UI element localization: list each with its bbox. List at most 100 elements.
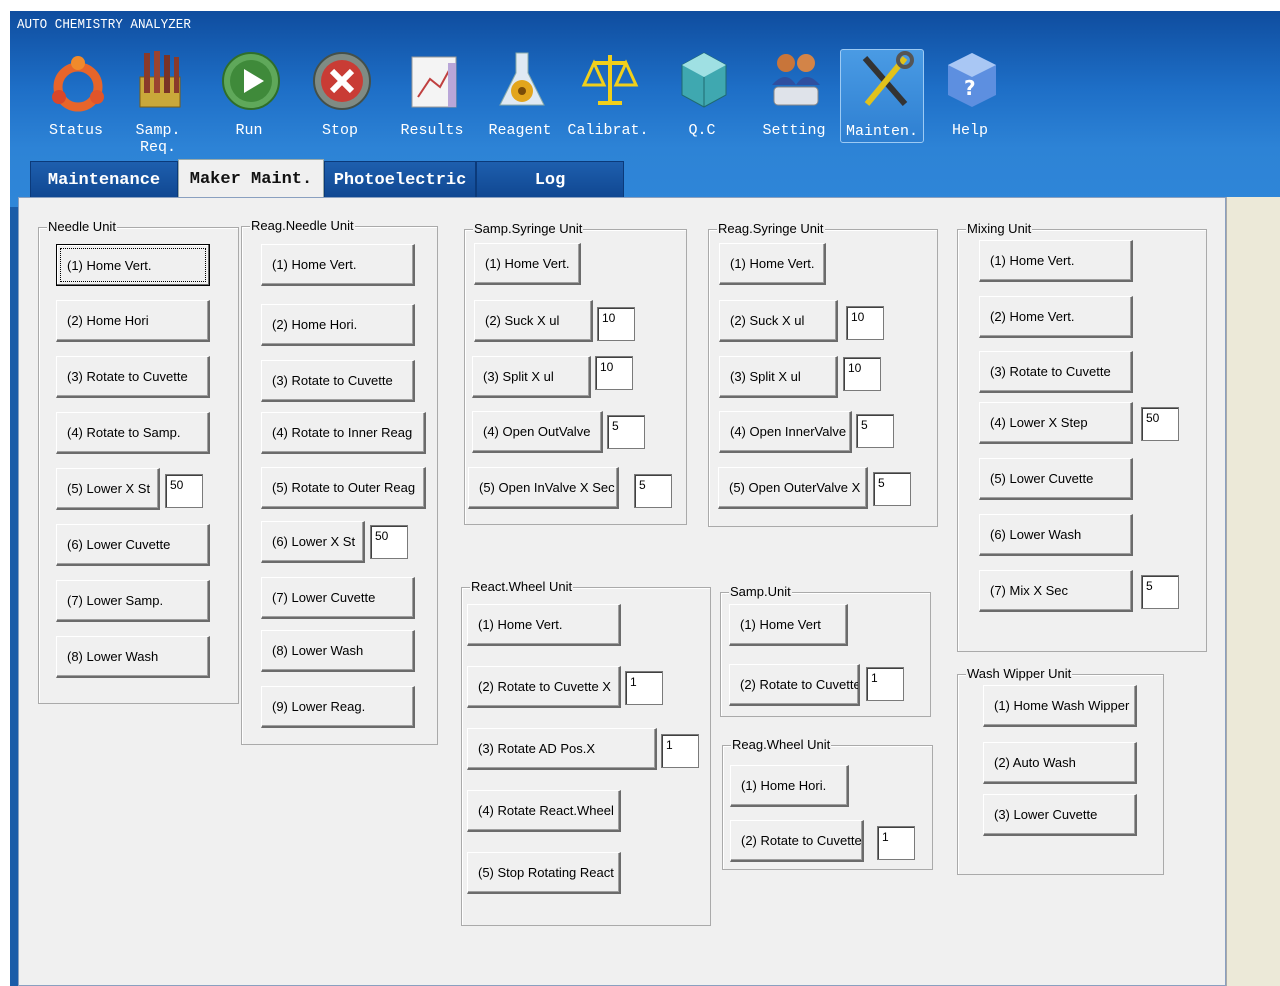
maintenance-icon [855, 50, 915, 116]
tab-log[interactable]: Log [476, 161, 624, 199]
mixing-lower-wash-button[interactable]: (6) Lower Wash [979, 514, 1133, 556]
calibration-icon [580, 49, 640, 115]
samp-syringe-suck-input[interactable]: 10 [597, 307, 635, 341]
toolbar-run-button[interactable]: Run [207, 49, 291, 143]
samp-unit-home-vert-button[interactable]: (1) Home Vert [729, 604, 848, 646]
reag-needle-lower-reag-button[interactable]: (9) Lower Reag. [261, 686, 415, 728]
stop-icon [312, 49, 372, 115]
toolbar-qc-button[interactable]: Q.C [660, 49, 744, 143]
samp-syringe-split-button[interactable]: (3) Split X ul [472, 356, 591, 398]
reag-syringe-home-vert-button[interactable]: (1) Home Vert. [719, 243, 826, 285]
reag-needle-rotate-cuvette-button[interactable]: (3) Rotate to Cuvette [261, 360, 415, 402]
samp-syringe-open-outvalve-button[interactable]: (4) Open OutValve [472, 411, 603, 453]
reag-needle-rotate-outer-button[interactable]: (5) Rotate to Outer Reag [261, 467, 426, 509]
reag-needle-lower-wash-button[interactable]: (8) Lower Wash [261, 630, 415, 672]
samp-syringe-home-vert-button[interactable]: (1) Home Vert. [474, 243, 581, 285]
samp-unit-rotate-cuvette-button[interactable]: (2) Rotate to Cuvette [729, 664, 860, 706]
reag-syringe-unit-group: Reag.Syringe Unit (1) Home Vert. (2) Suc… [708, 221, 938, 527]
mixing-lower-step-input[interactable]: 50 [1141, 407, 1179, 441]
react-wheel-rotate-cuvette-button[interactable]: (2) Rotate to Cuvette X [467, 666, 621, 708]
toolbar-maintenance-button[interactable]: Mainten. [840, 49, 924, 143]
qc-icon [674, 49, 734, 115]
samp-syringe-open-invalve-button[interactable]: (5) Open InValve X Sec [468, 467, 619, 509]
reag-syringe-open-innervalve-button[interactable]: (4) Open InnerValve [719, 411, 852, 453]
mixing-lower-x-step-button[interactable]: (4) Lower X Step [979, 402, 1133, 444]
samp-syringe-suck-button[interactable]: (2) Suck X ul [474, 300, 593, 342]
reag-syringe-outervalve-input[interactable]: 5 [873, 472, 911, 506]
sample-request-icon [130, 49, 190, 115]
results-icon [404, 49, 464, 115]
samp-unit-cuvette-input[interactable]: 1 [866, 667, 904, 701]
toolbar-status-button[interactable]: Status [34, 49, 118, 143]
react-wheel-cuvette-input[interactable]: 1 [625, 671, 663, 705]
app-title: AUTO CHEMISTRY ANALYZER [17, 17, 191, 33]
reag-wheel-unit-group: Reag.Wheel Unit (1) Home Hori. (2) Rotat… [722, 737, 933, 870]
reag-syringe-suck-button[interactable]: (2) Suck X ul [719, 300, 838, 342]
react-wheel-rotate-react-button[interactable]: (4) Rotate React.Wheel [467, 790, 621, 832]
reag-needle-home-hori-button[interactable]: (2) Home Hori. [261, 304, 415, 346]
reag-needle-lower-cuvette-button[interactable]: (7) Lower Cuvette [261, 577, 415, 619]
wash-wipper-auto-wash-button[interactable]: (2) Auto Wash [983, 742, 1137, 784]
maker-maint-panel: Needle Unit (1) Home Vert. (2) Home Hori… [18, 197, 1226, 986]
needle-home-hori-button[interactable]: (2) Home Hori [56, 300, 210, 342]
mixing-lower-cuvette-button[interactable]: (5) Lower Cuvette [979, 458, 1133, 500]
needle-lower-wash-button[interactable]: (8) Lower Wash [56, 636, 210, 678]
reag-wheel-rotate-cuvette-button[interactable]: (2) Rotate to Cuvette [730, 820, 864, 862]
mixing-home-vert-1-button[interactable]: (1) Home Vert. [979, 240, 1133, 282]
mixing-unit-group: Mixing Unit (1) Home Vert. (2) Home Vert… [957, 221, 1207, 652]
reag-wheel-home-hori-button[interactable]: (1) Home Hori. [730, 765, 849, 807]
reag-needle-unit-group: Reag.Needle Unit (1) Home Vert. (2) Home… [241, 218, 438, 745]
reag-needle-lower-step-input[interactable]: 50 [370, 525, 408, 559]
mixing-home-vert-2-button[interactable]: (2) Home Vert. [979, 296, 1133, 338]
reagent-icon [492, 49, 552, 115]
wash-wipper-home-button[interactable]: (1) Home Wash Wipper [983, 685, 1137, 727]
reag-needle-lower-x-step-button[interactable]: (6) Lower X St [261, 521, 365, 563]
mixing-mix-x-sec-button[interactable]: (7) Mix X Sec [979, 570, 1133, 612]
samp-syringe-invalve-input[interactable]: 5 [634, 474, 672, 508]
needle-rotate-cuvette-button[interactable]: (3) Rotate to Cuvette [56, 356, 210, 398]
toolbar-results-button[interactable]: Results [390, 49, 474, 143]
reag-needle-rotate-inner-button[interactable]: (4) Rotate to Inner Reag [261, 412, 426, 454]
tab-maintenance[interactable]: Maintenance [30, 161, 178, 199]
needle-lower-x-step-button[interactable]: (5) Lower X St [56, 468, 160, 510]
toolbar-calibration-button[interactable]: Calibrat. [566, 49, 650, 143]
run-icon [221, 49, 281, 115]
status-icon [48, 49, 108, 115]
reag-syringe-innervalve-input[interactable]: 5 [856, 414, 894, 448]
svg-text:?: ? [964, 76, 976, 100]
needle-lower-samp-button[interactable]: (7) Lower Samp. [56, 580, 210, 622]
toolbar-sample-request-button[interactable]: Samp. Req. [116, 49, 200, 156]
needle-rotate-samp-button[interactable]: (4) Rotate to Samp. [56, 412, 210, 454]
needle-lower-step-input[interactable]: 50 [165, 474, 203, 508]
samp-syringe-outvalve-input[interactable]: 5 [607, 415, 645, 449]
reag-syringe-suck-input[interactable]: 10 [846, 306, 884, 340]
mixing-rotate-cuvette-button[interactable]: (3) Rotate to Cuvette [979, 351, 1133, 393]
reag-needle-home-vert-button[interactable]: (1) Home Vert. [261, 244, 415, 286]
needle-unit-group: Needle Unit (1) Home Vert. (2) Home Hori… [38, 219, 239, 704]
react-wheel-rotate-ad-pos-button[interactable]: (3) Rotate AD Pos.X [467, 728, 657, 770]
toolbar-stop-button[interactable]: Stop [298, 49, 382, 143]
needle-home-vert-button[interactable]: (1) Home Vert. [56, 244, 210, 286]
toolbar-reagent-button[interactable]: Reagent [478, 49, 562, 143]
tab-maker-maint[interactable]: Maker Maint. [178, 159, 324, 199]
wash-wipper-unit-group: Wash Wipper Unit (1) Home Wash Wipper (2… [957, 666, 1164, 875]
reag-syringe-split-input[interactable]: 10 [843, 357, 881, 391]
wash-wipper-lower-cuvette-button[interactable]: (3) Lower Cuvette [983, 794, 1137, 836]
react-wheel-ad-pos-input[interactable]: 1 [661, 734, 699, 768]
react-wheel-home-vert-button[interactable]: (1) Home Vert. [467, 604, 621, 646]
react-wheel-stop-rotating-button[interactable]: (5) Stop Rotating React [467, 852, 621, 894]
samp-unit-group: Samp.Unit (1) Home Vert (2) Rotate to Cu… [720, 584, 931, 717]
toolbar-help-button[interactable]: ? Help [928, 49, 1012, 143]
samp-syringe-split-input[interactable]: 10 [595, 356, 633, 390]
toolbar-setting-button[interactable]: Setting [752, 49, 836, 143]
reag-wheel-cuvette-input[interactable]: 1 [877, 826, 915, 860]
react-wheel-unit-group: React.Wheel Unit (1) Home Vert. (2) Rota… [461, 579, 711, 926]
setting-icon [766, 49, 826, 115]
mixing-mix-sec-input[interactable]: 5 [1141, 575, 1179, 609]
needle-lower-cuvette-button[interactable]: (6) Lower Cuvette [56, 524, 210, 566]
reag-syringe-split-button[interactable]: (3) Split X ul [719, 356, 838, 398]
right-side-pane [1226, 197, 1280, 986]
tab-photoelectric[interactable]: Photoelectric [324, 161, 476, 199]
reag-syringe-open-outervalve-button[interactable]: (5) Open OuterValve X [718, 467, 868, 509]
samp-syringe-unit-group: Samp.Syringe Unit (1) Home Vert. (2) Suc… [464, 221, 687, 525]
